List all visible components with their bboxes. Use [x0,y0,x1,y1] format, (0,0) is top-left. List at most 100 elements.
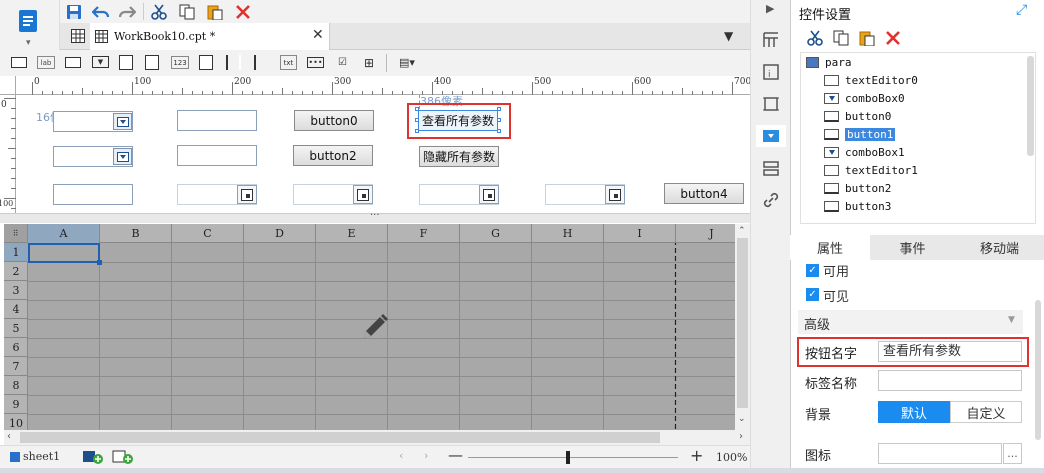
label-widget-icon[interactable] [11,57,27,68]
tree-item-texteditor1[interactable]: textEditor1 [824,161,918,179]
date-widget-icon[interactable] [119,55,133,70]
row-header[interactable]: 4 [4,300,28,319]
delete-icon[interactable] [884,29,902,47]
cell-attribute-icon[interactable]: i [761,62,781,82]
hide-all-params-button[interactable]: 隐藏所有参数 [419,146,499,167]
resize-handle[interactable] [415,129,419,133]
vertical-scrollbar[interactable]: ⌃ ⌄ [735,224,750,430]
tree-item-button3[interactable]: button3 [824,197,891,215]
textfield-widget-icon[interactable] [65,57,81,68]
button2[interactable]: button2 [293,145,373,166]
scroll-right-icon[interactable]: › [739,431,743,442]
tab-workbook[interactable]: WorkBook10.cpt * ✕ [90,23,330,50]
dropdown-arrow-icon[interactable] [113,148,132,165]
calendar-icon[interactable] [605,185,625,204]
tree-scrollbar[interactable] [1027,56,1034,156]
tab-properties[interactable]: 属性 [790,235,870,260]
scroll-thumb[interactable] [20,432,660,443]
column-header[interactable]: C [172,224,244,243]
row-header[interactable]: 9 [4,395,28,414]
button-name-input[interactable]: 查看所有参数 [878,341,1022,362]
resize-handle[interactable] [497,107,501,111]
next-sheet-icon[interactable]: › [424,449,428,462]
tab-mobile[interactable]: 移动端 [955,235,1044,260]
resize-handle[interactable] [497,118,501,122]
resize-handle[interactable] [497,129,501,133]
text-editor-2[interactable] [53,184,133,205]
row-header[interactable]: 8 [4,376,28,395]
splitter[interactable]: ··· [0,210,750,223]
undo-icon[interactable] [92,3,110,21]
chevron-down-icon[interactable]: ▾ [26,38,31,48]
copy-icon[interactable] [832,29,850,47]
calendar-widget-icon[interactable] [145,55,159,70]
close-icon[interactable]: ✕ [312,27,324,43]
column-header[interactable]: E [316,224,388,243]
text-widget-icon[interactable]: lab [37,56,55,69]
tree-item-button2[interactable]: button2 [824,179,891,197]
column-header[interactable]: H [532,224,604,243]
row-header[interactable]: 10 [4,414,28,430]
redo-icon[interactable] [118,3,136,21]
cut-icon[interactable] [150,3,168,21]
tab-menu-icon[interactable]: ▼ [724,29,733,43]
scroll-up-icon[interactable]: ⌃ [738,226,746,236]
properties-scrollbar[interactable] [1035,300,1041,440]
zoom-slider-thumb[interactable] [566,451,570,464]
password-widget-icon[interactable]: ••• [307,57,324,68]
button4[interactable]: button4 [664,183,744,204]
widget-settings-icon[interactable] [756,125,786,147]
scroll-down-icon[interactable]: ⌄ [738,414,746,424]
expand-icon[interactable]: ⤢ [1016,2,1027,18]
fill-handle[interactable] [97,260,102,265]
column-header[interactable]: I [604,224,676,243]
zoom-out-icon[interactable]: — [448,446,463,464]
paste-icon[interactable] [206,3,224,21]
calendar-icon[interactable] [353,185,373,204]
column-header[interactable]: G [460,224,532,243]
tag-name-input[interactable] [878,370,1022,391]
cell-element-icon[interactable] [761,30,781,50]
text-editor-0[interactable] [177,110,257,131]
view-all-params-button[interactable]: 查看所有参数 [418,110,498,131]
icon-input[interactable] [878,443,1002,464]
tree-widget-icon[interactable]: ⊞ [361,55,377,70]
prev-sheet-icon[interactable]: ‹ [399,449,403,462]
column-header[interactable]: F [388,224,460,243]
scroll-left-icon[interactable]: ‹ [7,431,11,442]
icon-browse-button[interactable]: ... [1003,443,1022,464]
row-header[interactable]: 6 [4,338,28,357]
selected-cell[interactable] [28,243,100,263]
checkbox-widget-icon[interactable]: ☑ [334,57,351,68]
delete-icon[interactable] [234,3,252,21]
tab-events[interactable]: 事件 [870,235,955,260]
row-header[interactable]: 2 [4,262,28,281]
visible-checkbox[interactable]: ✓ [806,288,819,301]
column-header[interactable]: J [676,224,735,243]
chevron-down-icon[interactable]: ▼ [1008,315,1015,325]
resize-handle[interactable] [415,107,419,111]
zoom-slider-track[interactable] [468,457,678,458]
calendar-icon[interactable] [237,185,257,204]
cut-icon[interactable] [806,29,824,47]
horizontal-scrollbar[interactable]: ‹ › [4,430,750,445]
sheet-tab[interactable]: sheet1 [23,450,60,463]
tree-item-button0[interactable]: button0 [824,107,891,125]
resize-handle[interactable] [415,118,419,122]
row-header[interactable]: 1 [4,243,28,262]
column-header[interactable]: B [100,224,172,243]
save-icon[interactable] [65,3,83,21]
tree-item-texteditor0[interactable]: textEditor0 [824,71,918,89]
file-widget-icon[interactable]: txt [280,55,297,70]
condition-attribute-icon[interactable] [761,158,781,178]
text-editor-1[interactable] [177,145,257,166]
copy-icon[interactable] [178,3,196,21]
dropdown-arrow-icon[interactable] [113,113,132,130]
hyperlink-icon[interactable] [761,190,781,210]
float-element-icon[interactable] [761,94,781,114]
tree-item-combobox1[interactable]: comboBox1 [824,143,905,161]
tree-item-combobox0[interactable]: comboBox0 [824,89,905,107]
collapse-arrow-icon[interactable]: ▶ [766,2,774,15]
enabled-checkbox[interactable]: ✓ [806,264,819,277]
combobox-widget-icon[interactable]: ▼ [92,56,109,68]
